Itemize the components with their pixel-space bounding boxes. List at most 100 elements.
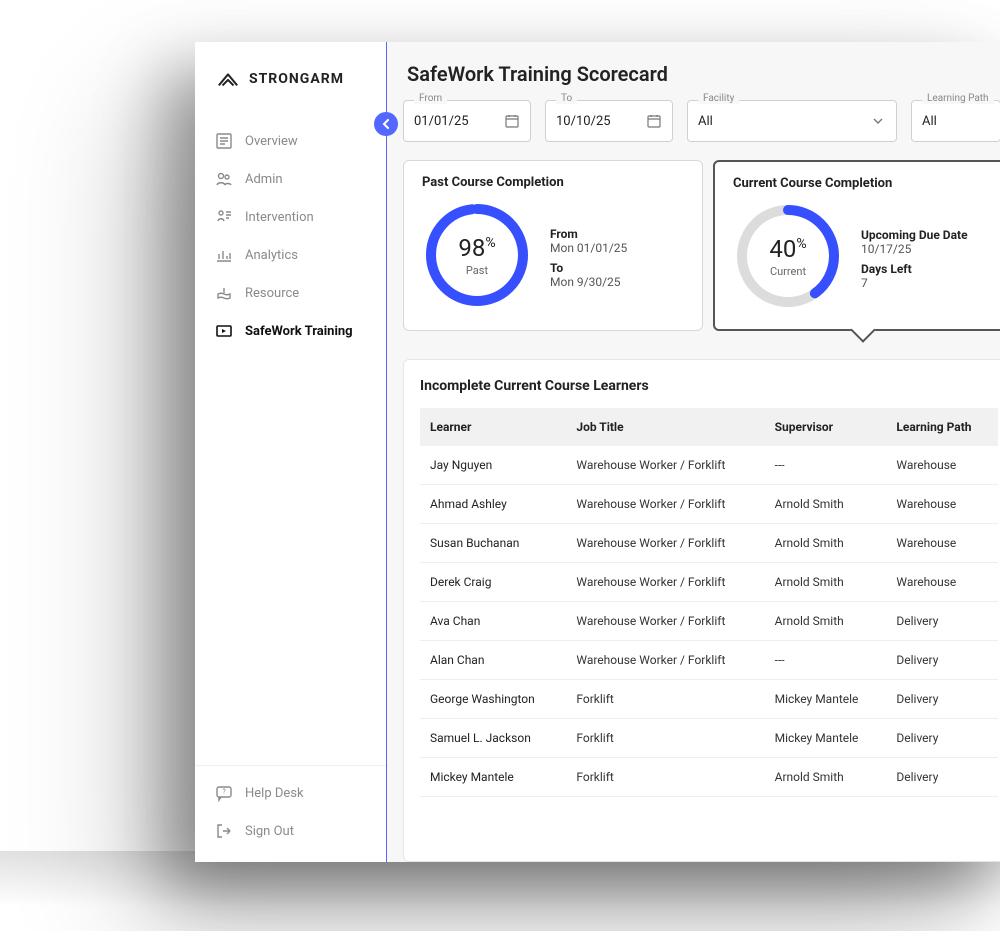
sidebar-item-admin[interactable]: Admin: [203, 160, 378, 198]
table-row[interactable]: Jay NguyenWarehouse Worker / Forklift---…: [420, 446, 998, 485]
sign-out-icon: [215, 822, 233, 840]
card-pointer-icon: [850, 317, 875, 342]
table-cell: Forklift: [566, 758, 764, 797]
admin-icon: [215, 170, 233, 188]
col-supervisor[interactable]: Supervisor: [765, 408, 887, 446]
table-cell: Mickey Mantele: [420, 758, 566, 797]
table-cell: Warehouse Worker / Forklift: [566, 524, 764, 563]
calendar-icon: [504, 113, 520, 129]
table-header-row: Learner Job Title Supervisor Learning Pa…: [420, 408, 998, 446]
sidebar-item-label: Analytics: [245, 248, 298, 263]
table-cell: Delivery: [886, 641, 998, 680]
sidebar-item-label: SafeWork Training: [245, 324, 353, 339]
facility-select[interactable]: Facility All: [687, 100, 897, 142]
table-row[interactable]: George WashingtonForkliftMickey ManteleD…: [420, 680, 998, 719]
device-shadow: [0, 851, 1000, 931]
table-cell: Derek Craig: [420, 563, 566, 602]
panel-title: Incomplete Current Course Learners: [420, 378, 998, 394]
table-cell: ---: [765, 641, 887, 680]
to-date-field[interactable]: To 10/10/25: [545, 100, 673, 142]
analytics-icon: [215, 246, 233, 264]
brand-name: STRONGARM: [249, 71, 344, 87]
overview-icon: [215, 132, 233, 150]
table-cell: Arnold Smith: [765, 485, 887, 524]
table-cell: George Washington: [420, 680, 566, 719]
table-cell: Alan Chan: [420, 641, 566, 680]
main-nav: Overview Admin Intervention Analytics Re…: [195, 118, 386, 765]
sidebar-item-label: Help Desk: [245, 786, 304, 801]
table-cell: Arnold Smith: [765, 524, 887, 563]
sidebar-item-intervention[interactable]: Intervention: [203, 198, 378, 236]
col-learner[interactable]: Learner: [420, 408, 566, 446]
chevron-left-icon: [381, 119, 391, 129]
card-meta: Upcoming Due Date 10/17/25 Days Left 7: [861, 222, 968, 290]
learners-panel: Incomplete Current Course Learners Learn…: [403, 359, 1000, 862]
sidebar-item-label: Intervention: [245, 210, 314, 225]
page-title: SafeWork Training Scorecard: [407, 62, 1000, 86]
table-row[interactable]: Susan BuchananWarehouse Worker / Forklif…: [420, 524, 998, 563]
table-cell: Warehouse: [886, 524, 998, 563]
sidebar-item-sign-out[interactable]: Sign Out: [203, 812, 378, 850]
table-cell: Forklift: [566, 719, 764, 758]
table-cell: Samuel L. Jackson: [420, 719, 566, 758]
table-row[interactable]: Derek CraigWarehouse Worker / ForkliftAr…: [420, 563, 998, 602]
table-cell: Delivery: [886, 680, 998, 719]
col-learning-path[interactable]: Learning Path: [886, 408, 998, 446]
table-cell: Warehouse Worker / Forklift: [566, 446, 764, 485]
current-completion-card[interactable]: Current Course Completion 40% Current: [713, 160, 1000, 331]
table-cell: Warehouse Worker / Forklift: [566, 563, 764, 602]
sidebar: STRONGARM Overview Admin Intervention An…: [195, 42, 387, 862]
learning-path-select[interactable]: Learning Path All: [911, 100, 1000, 142]
field-label: Facility: [698, 93, 739, 104]
sidebar-item-label: Admin: [245, 172, 283, 187]
table-cell: ---: [765, 446, 887, 485]
col-job-title[interactable]: Job Title: [566, 408, 764, 446]
help-desk-icon: ?: [215, 784, 233, 802]
table-row[interactable]: Samuel L. JacksonForkliftMickey ManteleD…: [420, 719, 998, 758]
table-cell: Arnold Smith: [765, 563, 887, 602]
field-label: To: [556, 93, 577, 104]
sidebar-item-resource[interactable]: Resource: [203, 274, 378, 312]
collapse-sidebar-button[interactable]: [374, 112, 398, 136]
table-cell: Delivery: [886, 719, 998, 758]
main-content: SafeWork Training Scorecard From 01/01/2…: [387, 42, 1000, 862]
sidebar-item-label: Resource: [245, 286, 299, 301]
table-cell: Mickey Mantele: [765, 719, 887, 758]
table-row[interactable]: Ava ChanWarehouse Worker / ForkliftArnol…: [420, 602, 998, 641]
completion-cards: Past Course Completion 98% Past From: [403, 160, 1000, 331]
ring-sublabel: Past: [466, 264, 488, 277]
table-cell: Ahmad Ashley: [420, 485, 566, 524]
table-cell: Warehouse Worker / Forklift: [566, 485, 764, 524]
table-cell: Arnold Smith: [765, 758, 887, 797]
field-label: Learning Path: [922, 93, 994, 104]
table-cell: Warehouse Worker / Forklift: [566, 602, 764, 641]
table-cell: Delivery: [886, 758, 998, 797]
field-value: All: [922, 114, 937, 129]
table-cell: Mickey Mantele: [765, 680, 887, 719]
chevron-down-icon: [870, 113, 886, 129]
app-window: STRONGARM Overview Admin Intervention An…: [195, 42, 1000, 862]
field-value: 10/10/25: [556, 114, 611, 129]
table-cell: Warehouse Worker / Forklift: [566, 641, 764, 680]
sidebar-item-safework-training[interactable]: SafeWork Training: [203, 312, 378, 350]
training-icon: [215, 322, 233, 340]
past-completion-ring: 98% Past: [422, 200, 532, 310]
card-title: Past Course Completion: [422, 175, 684, 190]
sidebar-item-label: Overview: [245, 134, 298, 149]
table-row[interactable]: Mickey ManteleForkliftArnold SmithDelive…: [420, 758, 998, 797]
table-cell: Susan Buchanan: [420, 524, 566, 563]
field-label: From: [414, 93, 447, 104]
field-value: 01/01/25: [414, 114, 469, 129]
brand-logo: STRONGARM: [195, 42, 386, 118]
sidebar-item-analytics[interactable]: Analytics: [203, 236, 378, 274]
from-date-field[interactable]: From 01/01/25: [403, 100, 531, 142]
table-cell: Warehouse: [886, 446, 998, 485]
table-cell: Arnold Smith: [765, 602, 887, 641]
past-completion-card[interactable]: Past Course Completion 98% Past From: [403, 160, 703, 331]
table-row[interactable]: Ahmad AshleyWarehouse Worker / ForkliftA…: [420, 485, 998, 524]
sidebar-item-help-desk[interactable]: ? Help Desk: [203, 774, 378, 812]
table-row[interactable]: Alan ChanWarehouse Worker / Forklift---D…: [420, 641, 998, 680]
sidebar-item-label: Sign Out: [245, 824, 294, 839]
sidebar-item-overview[interactable]: Overview: [203, 122, 378, 160]
table-cell: Delivery: [886, 602, 998, 641]
